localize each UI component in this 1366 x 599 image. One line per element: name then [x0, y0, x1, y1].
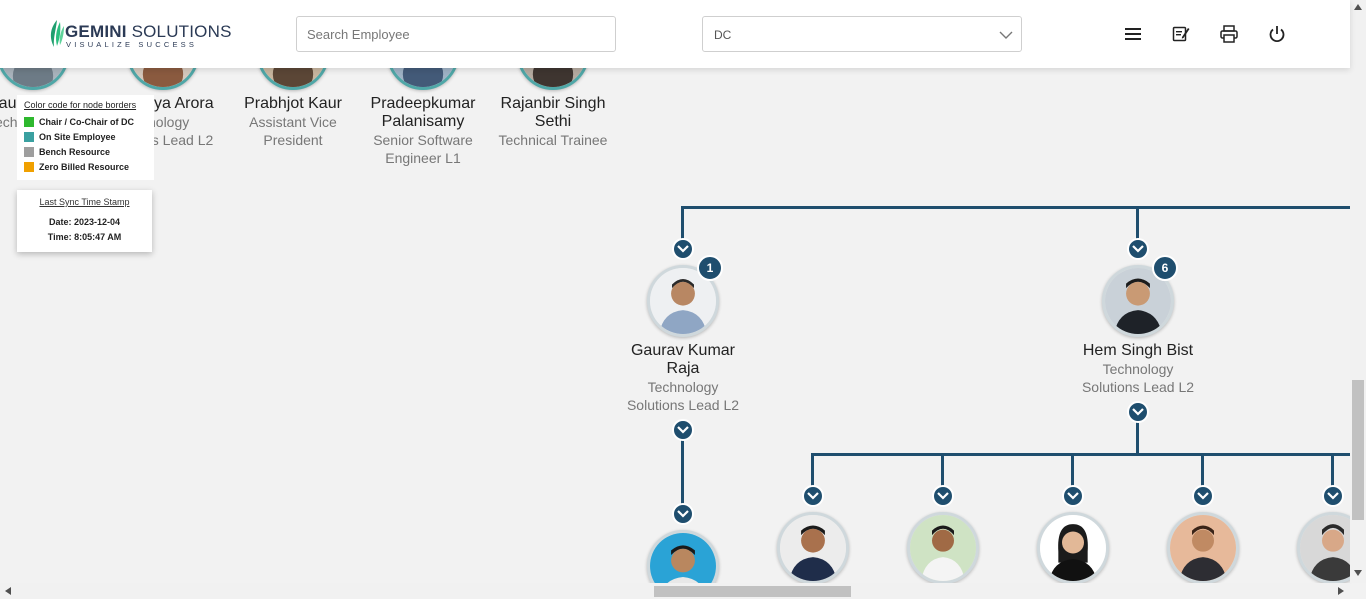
expand-toggle-chevron-icon[interactable]	[1062, 485, 1084, 507]
expand-toggle-chevron-icon[interactable]	[672, 419, 694, 441]
legend-swatch	[24, 161, 34, 172]
employee-name: Palanisamy	[381, 113, 465, 130]
scroll-down-arrow-icon[interactable]	[1354, 570, 1362, 576]
power-icon[interactable]	[1267, 24, 1287, 44]
legend-swatch	[24, 131, 34, 142]
employee-role: Senior Software	[373, 132, 473, 148]
app-header: GEMINI SOLUTIONS VISUALIZE SUCCESS DC	[0, 0, 1350, 68]
tree-connector	[681, 206, 1350, 209]
expand-toggle-chevron-icon[interactable]	[1127, 401, 1149, 423]
employee-role: Solutions Lead L2	[1081, 379, 1195, 395]
avatar[interactable]	[777, 512, 849, 584]
expand-toggle-chevron-icon[interactable]	[802, 485, 824, 507]
avatar[interactable]	[1167, 512, 1239, 584]
gemini-logo[interactable]: GEMINI SOLUTIONS VISUALIZE SUCCESS	[48, 16, 231, 52]
expand-toggle-chevron-icon[interactable]	[672, 238, 694, 260]
legend-swatch	[24, 116, 34, 127]
expand-toggle-chevron-icon[interactable]	[1192, 485, 1214, 507]
employee-name: Hem Singh Bist	[1082, 342, 1194, 359]
scroll-right-arrow-icon[interactable]	[1338, 587, 1344, 595]
avatar[interactable]	[1037, 512, 1109, 584]
expand-toggle-chevron-icon[interactable]	[672, 503, 694, 525]
print-icon[interactable]	[1219, 24, 1239, 44]
employee-name: Pradeepkumar	[370, 95, 476, 112]
dc-select-value: DC	[714, 28, 732, 42]
horizontal-scrollbar[interactable]	[0, 583, 1350, 599]
avatar[interactable]	[907, 512, 979, 584]
color-legend: Color code for node borders Chair / Co-C…	[17, 95, 154, 180]
dc-select[interactable]: DC	[702, 16, 1022, 52]
sync-date: Date: 2023-12-04	[48, 217, 121, 227]
vertical-scrollbar[interactable]	[1350, 0, 1366, 583]
employee-role: Assistant Vice	[249, 114, 337, 130]
employee-role: Solutions Lead L2	[626, 397, 740, 413]
expand-toggle-chevron-icon[interactable]	[1322, 485, 1344, 507]
employee-name: Rajanbir Singh	[500, 95, 606, 112]
scroll-up-arrow-icon[interactable]	[1354, 4, 1362, 10]
vertical-scroll-thumb[interactable]	[1352, 380, 1364, 520]
legend-item: Zero Billed Resource	[23, 159, 148, 174]
employee-name: Gaurav Kumar	[630, 342, 736, 359]
sync-timestamp-card: Last Sync Time Stamp Date: 2023-12-04 Ti…	[17, 190, 152, 252]
employee-role: Technology	[1102, 361, 1174, 377]
leaf-logo-icon	[50, 20, 64, 47]
legend-title: Color code for node borders	[24, 100, 137, 110]
logo-wordmark: GEMINI SOLUTIONS	[65, 22, 232, 41]
employee-role: President	[263, 132, 323, 148]
employee-name: ya Arora	[154, 95, 214, 112]
employee-role: nology	[148, 114, 190, 130]
chevron-down-icon	[999, 31, 1013, 39]
employee-name: Raja	[666, 360, 700, 377]
legend-swatch	[24, 146, 34, 157]
scroll-left-arrow-icon[interactable]	[5, 587, 11, 595]
logo-tagline: VISUALIZE SUCCESS	[66, 40, 198, 49]
employee-role: ns Lead L2	[144, 132, 214, 148]
horizontal-scroll-thumb[interactable]	[654, 586, 851, 597]
legend-item: On Site Employee	[23, 129, 148, 144]
tree-connector	[1136, 420, 1139, 456]
legend-item: Chair / Co-Chair of DC	[23, 114, 148, 129]
legend-item: Bench Resource	[23, 144, 148, 159]
search-employee-input[interactable]	[296, 16, 616, 52]
expand-toggle-chevron-icon[interactable]	[1127, 238, 1149, 260]
employee-name: Prabhjot Kaur	[244, 95, 342, 112]
employee-role: Technology	[647, 379, 719, 395]
sync-time: Time: 8:05:47 AM	[47, 232, 122, 242]
tree-connector	[681, 440, 684, 508]
expand-toggle-chevron-icon[interactable]	[932, 485, 954, 507]
menu-icon[interactable]	[1123, 24, 1143, 44]
tree-connector	[811, 453, 1350, 456]
direct-reports-count-badge: 6	[1152, 255, 1178, 281]
sync-title: Last Sync Time Stamp	[39, 197, 130, 207]
employee-role: Engineer L1	[385, 150, 461, 166]
employee-role: Technical Trainee	[498, 132, 608, 148]
employee-name: Sethi	[534, 113, 572, 130]
direct-reports-count-badge: 1	[697, 255, 723, 281]
edit-note-icon[interactable]	[1171, 24, 1191, 44]
